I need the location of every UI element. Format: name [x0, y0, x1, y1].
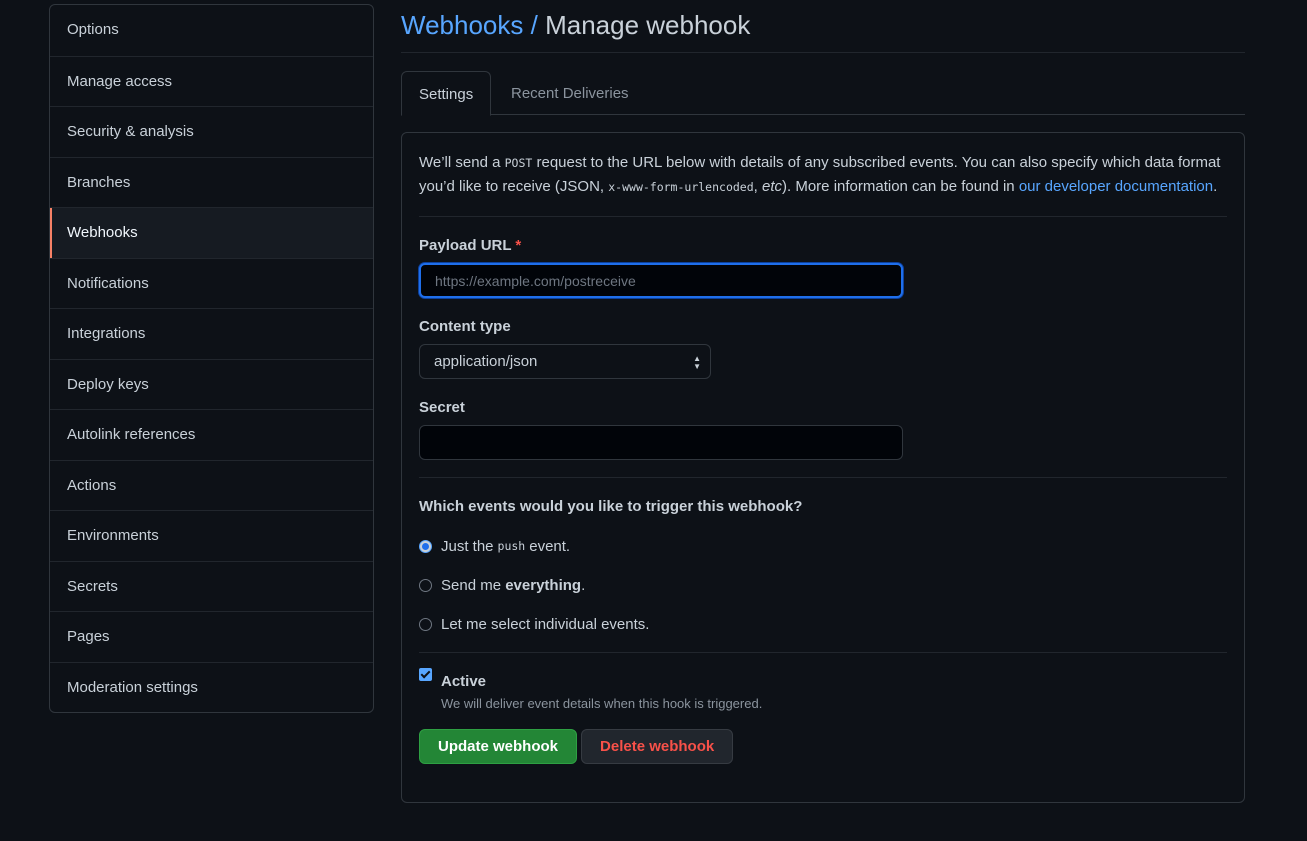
secret-label: Secret [419, 399, 465, 416]
page-title-text: Manage webhook [545, 10, 751, 40]
secret-input[interactable] [419, 425, 903, 460]
radio-individual-events[interactable]: Let me select individual events. [419, 615, 1227, 633]
radio-label-bold: everything [505, 576, 582, 594]
sidebar-item-manage-access[interactable]: Manage access [50, 55, 373, 107]
sidebar-item-security-analysis[interactable]: Security & analysis [50, 106, 373, 157]
active-label: Active [441, 673, 487, 690]
sidebar-item-pages[interactable]: Pages [50, 611, 373, 662]
radio-push-event[interactable]: Just the push event. [419, 537, 1227, 555]
active-note: We will deliver event details when this … [441, 696, 763, 711]
sidebar-item-actions[interactable]: Actions [50, 459, 373, 511]
update-webhook-button[interactable]: Update webhook [419, 729, 578, 764]
content-type-selected-value: application/json [434, 353, 538, 370]
radio-label: Let me select individual events. [441, 615, 650, 633]
sidebar-item-secrets[interactable]: Secrets [50, 560, 373, 612]
intro-text: We’ll send a POST request to the URL bel… [419, 151, 1227, 217]
active-checkbox[interactable] [419, 668, 432, 681]
sidebar-item-branches[interactable]: Branches [50, 156, 373, 208]
settings-sidebar: Options Manage access Security & analysi… [49, 4, 374, 713]
push-code: push [497, 539, 526, 553]
breadcrumb-separator: / [530, 10, 538, 40]
divider [419, 652, 1227, 653]
main-content: Webhooks / Manage webhook Settings Recen… [401, 0, 1245, 803]
sidebar-item-webhooks[interactable]: Webhooks [50, 207, 373, 258]
form-actions: Update webhook Delete webhook [419, 729, 1227, 764]
sidebar-item-environments[interactable]: Environments [50, 510, 373, 561]
intro-part: , [753, 178, 762, 195]
radio-unchecked-icon[interactable] [419, 578, 432, 592]
radio-unchecked-icon[interactable] [419, 617, 432, 631]
tab-bar: Settings Recent Deliveries [401, 71, 1245, 116]
radio-label: Just the [441, 537, 494, 555]
radio-label: Send me [441, 576, 506, 594]
payload-url-label-text: Payload URL [419, 237, 512, 254]
tab-settings[interactable]: Settings [401, 71, 492, 116]
intro-code-post: POST [504, 156, 533, 170]
sidebar-item-notifications[interactable]: Notifications [50, 257, 373, 309]
content-type-select[interactable]: application/json ▲ ▼ [419, 344, 711, 379]
page-title: Webhooks / Manage webhook [401, 0, 1245, 53]
sidebar-item-deploy-keys[interactable]: Deploy keys [50, 358, 373, 410]
payload-url-label: Payload URL * [419, 237, 1227, 254]
active-text: Active We will deliver event details whe… [441, 673, 762, 711]
sidebar-item-moderation-settings[interactable]: Moderation settings [50, 661, 373, 713]
intro-part: . [1213, 178, 1218, 195]
intro-part: ). More information can be found in [782, 178, 1019, 195]
radio-everything[interactable]: Send me everything. [419, 576, 1227, 594]
developer-docs-link[interactable]: our developer documentation [1019, 178, 1213, 195]
required-mark: * [515, 237, 522, 254]
breadcrumb-webhooks-link[interactable]: Webhooks [401, 10, 523, 40]
active-checkbox-row[interactable]: Active We will deliver event details whe… [419, 668, 1227, 711]
intro-part: We’ll send a [419, 154, 505, 171]
sidebar-item-integrations[interactable]: Integrations [50, 308, 373, 359]
webhook-form: We’ll send a POST request to the URL bel… [401, 132, 1245, 803]
sidebar-item-autolink-references[interactable]: Autolink references [50, 409, 373, 460]
intro-em: etc [762, 178, 783, 195]
sidebar-item-options[interactable]: Options [50, 5, 373, 56]
radio-label: . [581, 576, 586, 594]
events-radio-group: Just the push event. Send me everything.… [419, 537, 1227, 633]
tab-recent-deliveries[interactable]: Recent Deliveries [494, 71, 646, 115]
payload-url-input[interactable] [419, 263, 903, 298]
divider [419, 477, 1227, 478]
radio-checked-icon[interactable] [419, 539, 432, 553]
select-arrows-icon: ▲ ▼ [693, 354, 701, 371]
intro-code-urlencoded: x-www-form-urlencoded [608, 180, 754, 194]
radio-label: event. [529, 537, 571, 555]
content-type-label: Content type [419, 318, 511, 335]
delete-webhook-button[interactable]: Delete webhook [581, 729, 734, 764]
events-question: Which events would you like to trigger t… [419, 498, 803, 515]
